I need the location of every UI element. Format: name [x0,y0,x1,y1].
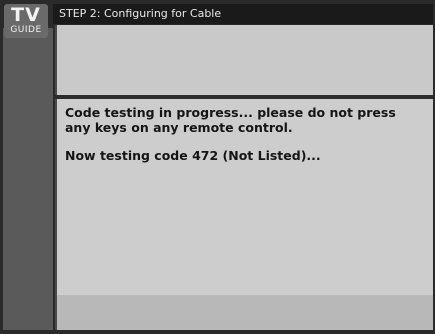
header-title: STEP 2: Configuring for Cable [53,4,433,24]
top-panel [55,25,433,95]
progress-message: Code testing in progress... please do no… [65,105,396,135]
tv-screen: TV GUIDE STEP 2: Configuring for Cable C… [0,0,435,334]
bottom-panel [55,295,433,330]
main-panel: Code testing in progress... please do no… [55,99,433,295]
left-sidebar [3,28,53,330]
testing-status: Now testing code 472 (Not Listed)... [65,148,321,163]
logo-guide-text: GUIDE [10,25,42,35]
tv-guide-logo: TV GUIDE [4,4,48,38]
logo-tv-text: TV [11,4,41,26]
